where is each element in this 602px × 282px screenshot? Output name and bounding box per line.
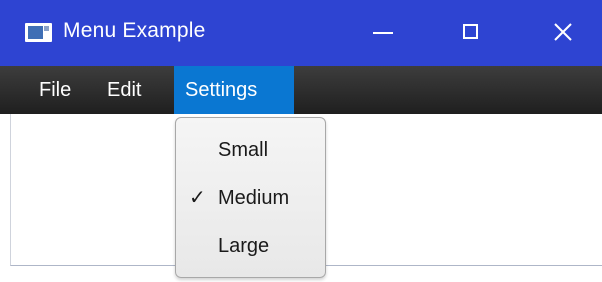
maximize-button[interactable] [439, 0, 501, 66]
app-icon-screen [28, 26, 43, 39]
menu-settings[interactable]: Settings [174, 66, 294, 114]
menu-item-small-label: Small [218, 139, 269, 161]
close-icon [554, 23, 572, 41]
window-title: Menu Example [63, 19, 206, 42]
settings-dropdown-menu: Small ✓ Medium Large [175, 117, 326, 278]
checkmark-icon: ✓ [189, 187, 206, 209]
menu-item-medium-label: Medium [218, 187, 290, 209]
title-bar[interactable]: Menu Example [0, 0, 602, 66]
menu-bar: File Edit Settings [0, 66, 602, 114]
menu-item-small[interactable]: Small [176, 128, 325, 172]
menu-item-large[interactable]: Large [176, 224, 325, 268]
minimize-button[interactable] [355, 0, 417, 66]
menu-item-medium[interactable]: ✓ Medium [176, 176, 325, 220]
app-icon-panel [44, 26, 49, 31]
menu-file[interactable]: File [39, 66, 71, 114]
app-icon [25, 23, 52, 42]
menu-edit[interactable]: Edit [107, 66, 141, 114]
menu-item-large-label: Large [218, 235, 270, 257]
close-button[interactable] [525, 0, 587, 66]
minimize-icon [373, 32, 393, 34]
app-window: Menu Example File Edit Settings Small ✓ … [0, 0, 602, 282]
maximize-icon [463, 24, 478, 39]
